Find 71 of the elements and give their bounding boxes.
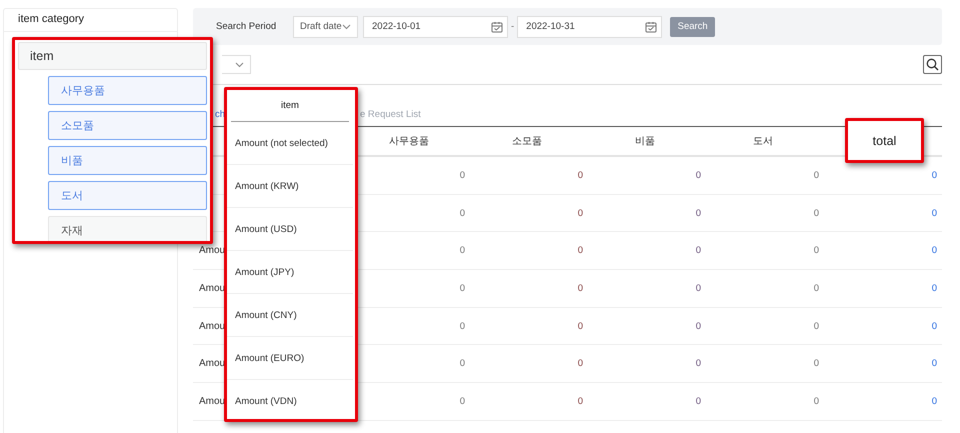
table-cell: 0 (814, 320, 819, 332)
list-item[interactable]: Amount (not selected) (227, 122, 353, 165)
list-item[interactable]: Amount (CNY) (227, 294, 353, 337)
column-header: 비품 (635, 135, 655, 148)
category-item[interactable]: 도서 (48, 181, 207, 210)
table-cell: 0 (460, 282, 465, 294)
table-cell: 0 (460, 170, 465, 181)
search-icon-button[interactable] (923, 55, 942, 74)
sidebar-title: item category (4, 9, 177, 32)
table-cell: 0 (578, 282, 583, 294)
table-cell: 0 (460, 358, 465, 370)
table-cell: 0 (578, 208, 583, 219)
table-cell: 0 (814, 170, 819, 181)
table-cell: 0 (460, 245, 465, 256)
table-cell: 0 (814, 396, 819, 407)
table-cell: 0 (460, 208, 465, 219)
row-label: Amou (198, 245, 226, 256)
table-cell: 0 (932, 282, 937, 294)
table-cell: 0 (814, 208, 819, 219)
table-cell: 0 (696, 208, 701, 219)
calendar-icon[interactable] (645, 20, 658, 32)
category-item[interactable]: 자재 (48, 216, 207, 241)
table-cell: 0 (578, 396, 583, 407)
end-date-field[interactable]: 2022-10-31 (517, 16, 662, 38)
table-cell: 0 (814, 245, 819, 256)
table-cell: 0 (932, 170, 937, 181)
list-item[interactable]: Amount (EURO) (227, 337, 353, 380)
table-cell: 0 (932, 358, 937, 370)
date-type-dropdown[interactable]: Draft date (293, 16, 358, 38)
list-item[interactable]: Amount (USD) (227, 208, 353, 251)
table-cell: 0 (696, 282, 701, 294)
search-icon (926, 58, 939, 71)
column-header: total (872, 132, 898, 150)
table-cell: 0 (932, 245, 937, 256)
table-cell: 0 (578, 170, 583, 181)
table-cell: 0 (932, 396, 937, 407)
table-cell: 0 (696, 170, 701, 181)
list-item[interactable]: Amount (KRW) (227, 165, 353, 208)
table-cell: 0 (460, 320, 465, 332)
start-date-field[interactable]: 2022-10-01 (363, 16, 508, 38)
row-label: Amou (198, 396, 226, 407)
column-header: 소모품 (512, 135, 542, 148)
table-cell: 0 (696, 320, 701, 332)
list-header: item (231, 90, 349, 122)
table-cell: 0 (578, 245, 583, 256)
category-header: item (18, 42, 207, 70)
calendar-icon[interactable] (491, 20, 503, 32)
column-header: 도서 (753, 135, 773, 148)
table-cell: 0 (578, 320, 583, 332)
column-header: 사무용품 (389, 135, 429, 148)
table-cell: 0 (578, 358, 583, 370)
table-cell: 0 (932, 320, 937, 332)
search-label: Search Period (216, 21, 278, 32)
category-item[interactable]: 비품 (48, 146, 207, 175)
category-item[interactable]: 사무용품 (48, 76, 207, 105)
caret-icon (235, 62, 244, 68)
list-item[interactable]: Amount (JPY) (227, 251, 353, 294)
row-label: Amou (198, 282, 226, 294)
table-cell: 0 (696, 245, 701, 256)
date-separator: - (511, 21, 514, 32)
row-label: Amou (198, 358, 226, 370)
table-cell: 0 (696, 396, 701, 407)
category-item[interactable]: 소모품 (48, 111, 207, 140)
table-cell: 0 (814, 282, 819, 294)
table-cell: 0 (460, 396, 465, 407)
table-cell: 0 (932, 208, 937, 219)
table-cell: 0 (696, 358, 701, 370)
row-label: Amou (198, 320, 226, 332)
table-cell: 0 (814, 358, 819, 370)
list-item[interactable]: Amount (VDN) (227, 380, 353, 419)
caret-icon (342, 24, 351, 30)
